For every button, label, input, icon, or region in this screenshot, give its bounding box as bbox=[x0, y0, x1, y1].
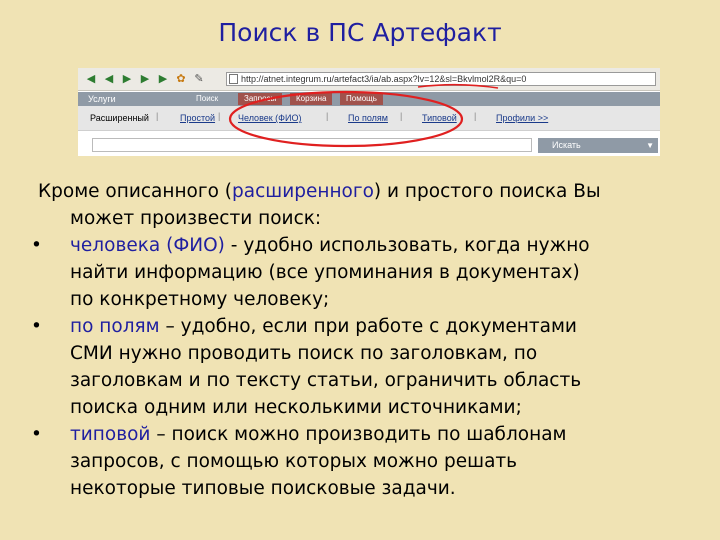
item-text: – удобно, если при работе с документами bbox=[159, 316, 577, 337]
highlight-extended: расширенного bbox=[232, 181, 374, 202]
highlight-fields: по полям bbox=[70, 316, 160, 337]
list-item: • по полям – удобно, если при работе с д… bbox=[31, 313, 708, 421]
item-text: найти информацию (все упоминания в докум… bbox=[70, 262, 580, 283]
browser-screenshot: ◀ ◀ ▶ ▶ ▶ ✿ ✎ http://atnet.integrum.ru/a… bbox=[78, 68, 660, 156]
highlight-person: человека (ФИО) bbox=[70, 235, 225, 256]
highlight-template: типовой bbox=[70, 424, 151, 445]
item-text: – поиск можно производить по шаблонам bbox=[150, 424, 567, 445]
slide-title: Поиск в ПС Артефакт bbox=[218, 18, 502, 47]
intro-text: ) и простого поиска Вы bbox=[373, 181, 601, 202]
list-item: • типовой – поиск можно производить по ш… bbox=[31, 421, 708, 502]
intro-text: Кроме описанного ( bbox=[38, 181, 233, 202]
item-text: поиска одним или несколькими источниками… bbox=[70, 397, 522, 418]
item-text: заголовкам и по тексту статьи, ограничит… bbox=[70, 370, 582, 391]
list-item: • человека (ФИО) - удобно использовать, … bbox=[31, 232, 708, 313]
bullet-icon: • bbox=[31, 316, 42, 337]
annotation-overlay bbox=[228, 83, 499, 148]
bullet-icon: • bbox=[31, 235, 42, 256]
item-text: запросов, с помощью которых можно решать bbox=[70, 451, 518, 472]
intro-paragraph: Кроме описанного (расширенного) и просто… bbox=[38, 178, 708, 232]
item-text: некоторые типовые поисковые задачи. bbox=[70, 478, 456, 499]
annotation-ellipse bbox=[228, 90, 464, 148]
slide-body: Кроме описанного (расширенного) и просто… bbox=[31, 178, 708, 502]
item-text: - удобно использовать, когда нужно bbox=[224, 235, 590, 256]
bullet-icon: • bbox=[31, 424, 42, 445]
item-text: СМИ нужно проводить поиск по заголовкам,… bbox=[70, 343, 538, 364]
annotation-underline bbox=[417, 83, 499, 89]
item-text: по конкретному человеку; bbox=[70, 289, 330, 310]
intro-text: может произвести поиск: bbox=[70, 208, 322, 229]
